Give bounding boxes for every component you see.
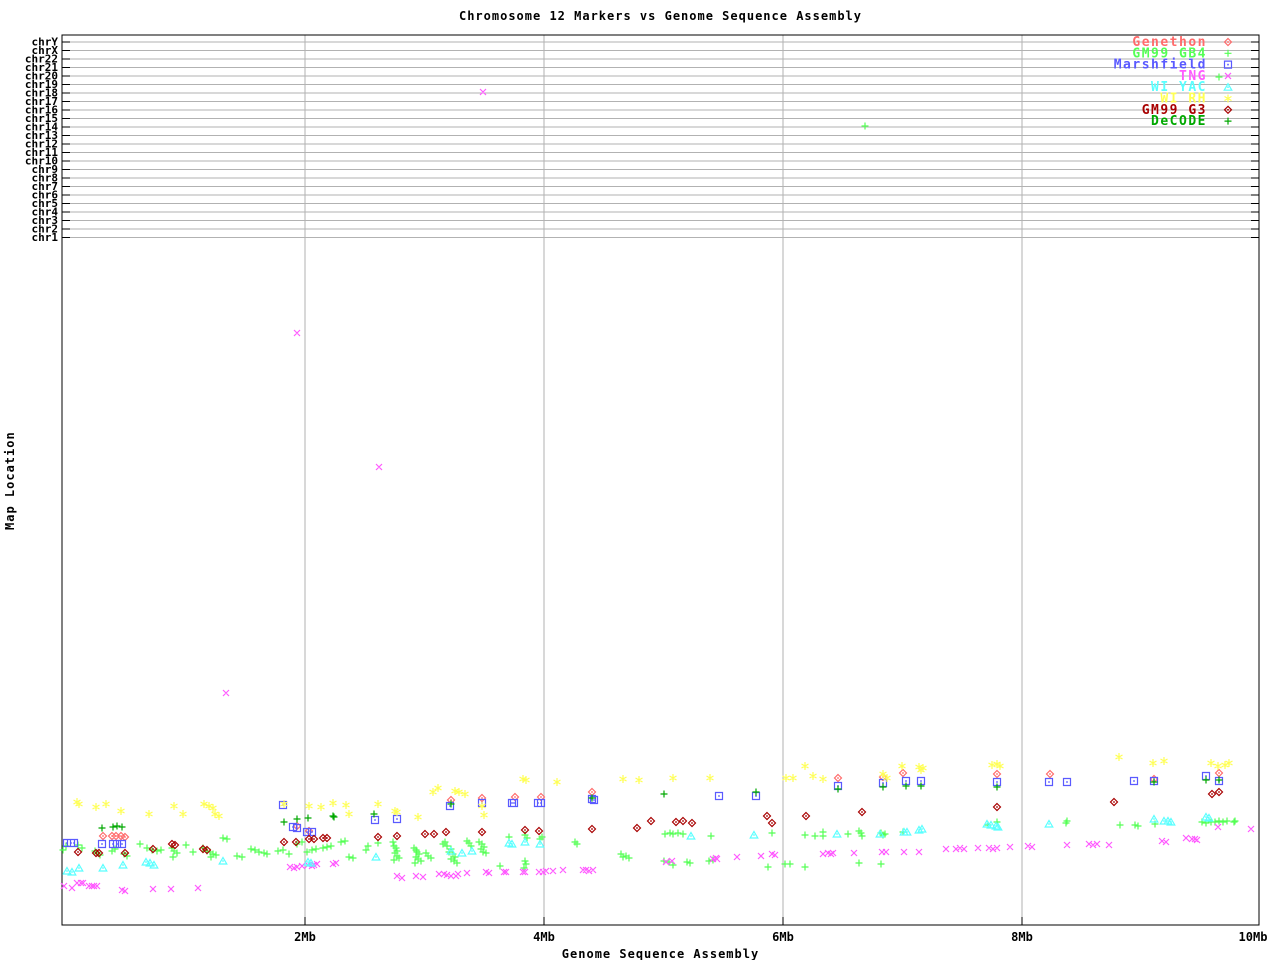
gridlines xyxy=(62,35,1259,925)
legend-glyph-dot-genethon xyxy=(1227,41,1229,43)
series-gm99-gb4 xyxy=(59,73,1239,872)
x-tick-label-8Mb: 8Mb xyxy=(1011,930,1033,944)
series-tng xyxy=(60,88,1255,895)
x-tick-label-10Mb: 10Mb xyxy=(1239,930,1268,944)
legend-label-decode: DeCODE xyxy=(1151,114,1207,129)
x-axis-label: Genome Sequence Assembly xyxy=(561,947,760,960)
axis-ticks xyxy=(62,41,1260,925)
data-points xyxy=(59,73,1255,895)
chromosome-marker-plot: Chromosome 12 Markers vs Genome Sequence… xyxy=(0,0,1280,960)
x-tick-label-2Mb: 2Mb xyxy=(294,930,316,944)
series-genethon xyxy=(98,768,1224,842)
legend: GenethonGM99 GB4MarshfieldTNGWI YACWI RH… xyxy=(1114,35,1233,129)
legend-glyph-dot-wi-yac xyxy=(1227,86,1229,88)
y-tick-label-chr1: chr1 xyxy=(32,231,59,244)
plot-canvas: chrYchrXchr22chr21chr20chr19chr18chr17ch… xyxy=(25,34,1268,944)
y-axis-label: Map Location xyxy=(3,431,17,530)
plot-border xyxy=(61,34,1260,926)
legend-glyph-dot-gm99-g3 xyxy=(1227,109,1229,111)
series-marshfield xyxy=(62,771,1224,849)
x-tick-label-6Mb: 6Mb xyxy=(772,930,794,944)
series-wi-yac xyxy=(62,812,1214,876)
x-tick-label-4Mb: 4Mb xyxy=(533,930,555,944)
legend-glyph-dot-marshfield xyxy=(1227,63,1229,66)
series-wi-rh xyxy=(73,753,1233,821)
series-decode xyxy=(98,776,1223,832)
